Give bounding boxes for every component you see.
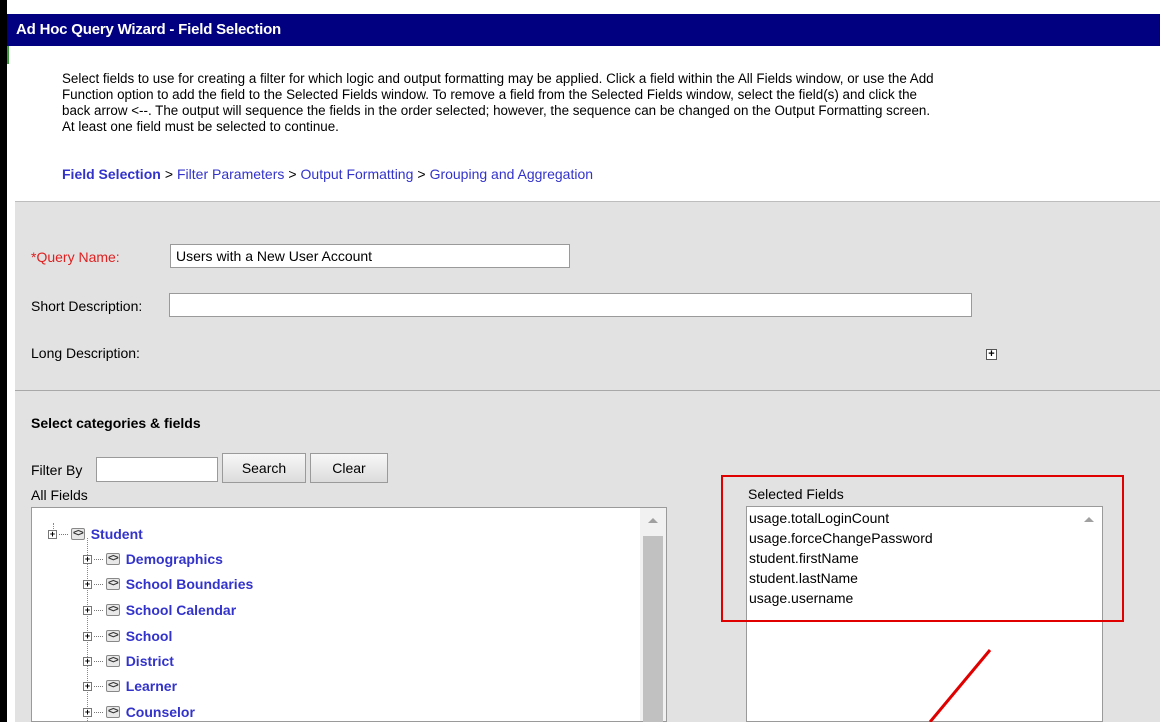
clear-button[interactable]: Clear bbox=[310, 453, 388, 483]
tree-node-label[interactable]: School Calendar bbox=[126, 602, 236, 618]
long-description-label: Long Description: bbox=[31, 345, 140, 361]
object-icon: <> bbox=[106, 578, 120, 590]
tree-connector bbox=[94, 583, 103, 585]
tree-node-label[interactable]: Learner bbox=[126, 678, 177, 694]
window-left-border bbox=[0, 0, 7, 722]
section-divider bbox=[15, 390, 1160, 391]
expand-icon[interactable]: + bbox=[83, 631, 92, 641]
highlight-box bbox=[721, 475, 1124, 622]
scroll-up-icon[interactable] bbox=[648, 518, 658, 523]
tree-node-label[interactable]: Counselor bbox=[126, 704, 195, 720]
expand-icon[interactable]: + bbox=[83, 554, 92, 564]
expand-icon[interactable]: + bbox=[83, 605, 92, 615]
object-icon: <> bbox=[106, 655, 120, 667]
accent-marker bbox=[7, 46, 9, 64]
breadcrumb-grouping-aggregation[interactable]: Grouping and Aggregation bbox=[430, 166, 593, 182]
breadcrumb-output-formatting[interactable]: Output Formatting bbox=[301, 166, 414, 182]
tree-node-learner[interactable]: + <> Learner bbox=[83, 676, 177, 696]
breadcrumb-field-selection[interactable]: Field Selection bbox=[62, 166, 161, 182]
expand-long-description-icon[interactable]: + bbox=[986, 349, 997, 360]
tree-node-label[interactable]: Student bbox=[91, 526, 143, 542]
short-description-input[interactable] bbox=[169, 293, 972, 317]
tree-connector bbox=[94, 609, 103, 611]
object-icon: <> bbox=[106, 553, 120, 565]
all-fields-tree[interactable]: + <> Student + <> Demographics + <> School Bou… bbox=[31, 507, 667, 722]
tree-node-counselor[interactable]: + <> Counselor bbox=[83, 702, 195, 722]
all-fields-scrollbar[interactable] bbox=[640, 508, 666, 722]
query-name-label: *Query Name: bbox=[31, 249, 120, 265]
breadcrumb-separator: > bbox=[164, 166, 173, 182]
tree-connector bbox=[94, 685, 103, 687]
object-icon: <> bbox=[106, 604, 120, 616]
object-icon: <> bbox=[106, 680, 120, 692]
search-button[interactable]: Search bbox=[222, 453, 306, 483]
all-fields-label: All Fields bbox=[31, 487, 88, 503]
tree-connector bbox=[94, 635, 103, 637]
instruction-line: Function option to add the field to the … bbox=[62, 87, 917, 102]
tree-connector bbox=[94, 660, 103, 662]
expand-icon[interactable]: + bbox=[83, 707, 92, 717]
tree-node-student[interactable]: + <> Student bbox=[48, 524, 143, 544]
tree-node-label[interactable]: District bbox=[126, 653, 174, 669]
object-icon: <> bbox=[106, 706, 120, 718]
filter-by-label: Filter By bbox=[31, 462, 83, 478]
fields-section-title: Select categories & fields bbox=[31, 415, 201, 431]
query-name-input[interactable]: Users with a New User Account bbox=[170, 244, 570, 268]
scrollbar-thumb[interactable] bbox=[643, 536, 663, 722]
breadcrumb-filter-parameters[interactable]: Filter Parameters bbox=[177, 166, 284, 182]
tree-node-label[interactable]: Demographics bbox=[126, 551, 223, 567]
instruction-line: Select fields to use for creating a filt… bbox=[62, 71, 934, 86]
title-bar: Ad Hoc Query Wizard - Field Selection bbox=[7, 14, 1160, 46]
breadcrumb: Field Selection > Filter Parameters > Output… bbox=[62, 166, 593, 182]
tree-connector bbox=[59, 533, 68, 535]
tree-node-label[interactable]: School Boundaries bbox=[126, 576, 254, 592]
short-description-label: Short Description: bbox=[31, 298, 143, 314]
expand-icon[interactable]: + bbox=[48, 529, 57, 539]
tree-node-school-boundaries[interactable]: + <> School Boundaries bbox=[83, 574, 253, 594]
window-title: Ad Hoc Query Wizard - Field Selection bbox=[16, 21, 282, 38]
breadcrumb-separator: > bbox=[288, 166, 297, 182]
instruction-line: At least one field must be selected to c… bbox=[62, 119, 339, 134]
tree-node-school[interactable]: + <> School bbox=[83, 626, 172, 646]
tree-node-school-calendar[interactable]: + <> School Calendar bbox=[83, 600, 236, 620]
instructions: Select fields to use for creating a filt… bbox=[62, 71, 1160, 135]
tree-node-demographics[interactable]: + <> Demographics bbox=[83, 549, 223, 569]
filter-by-input[interactable] bbox=[96, 457, 218, 482]
tree-connector bbox=[94, 558, 103, 560]
query-wizard-window: Ad Hoc Query Wizard - Field Selection Se… bbox=[0, 0, 1160, 722]
expand-icon[interactable]: + bbox=[83, 681, 92, 691]
object-icon: <> bbox=[106, 630, 120, 642]
object-icon: <> bbox=[71, 528, 85, 540]
expand-icon[interactable]: + bbox=[83, 579, 92, 589]
expand-icon[interactable]: + bbox=[83, 656, 92, 666]
tree-node-district[interactable]: + <> District bbox=[83, 651, 174, 671]
breadcrumb-separator: > bbox=[417, 166, 426, 182]
tree-node-label[interactable]: School bbox=[126, 628, 173, 644]
instruction-line: back arrow <--. The output will sequence… bbox=[62, 103, 931, 118]
tree-connector bbox=[94, 711, 103, 713]
